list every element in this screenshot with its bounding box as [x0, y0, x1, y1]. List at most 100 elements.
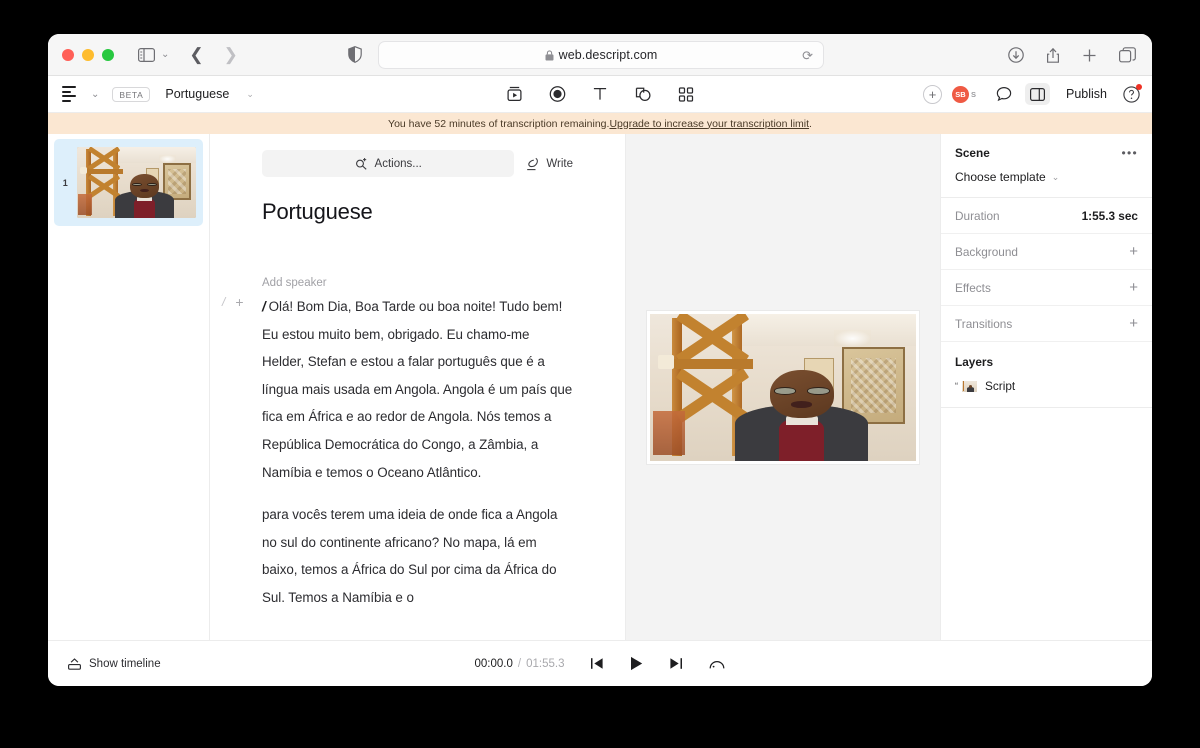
app-toolbar: ⌄ BETA Portuguese ⌄ + SB S Publish [48, 76, 1152, 113]
choose-template-dropdown[interactable]: Choose template ⌄ [941, 160, 1152, 198]
apps-grid-icon[interactable] [678, 86, 694, 102]
reload-icon[interactable]: ⟳ [802, 48, 813, 64]
comment-bubble-icon[interactable] [996, 86, 1012, 102]
add-effects-icon[interactable]: + [1129, 280, 1138, 295]
total-time: 01:55.3 [526, 657, 565, 670]
transcript-actions-row: Actions... Write [210, 150, 625, 177]
maximize-window-button[interactable] [102, 48, 114, 61]
add-collaborator-button[interactable]: + [923, 84, 942, 104]
scene-list: 1 [48, 134, 210, 640]
shapes-icon[interactable] [635, 86, 652, 102]
paragraph-marker: / [262, 299, 266, 314]
record-icon[interactable] [549, 86, 566, 102]
paragraph-1-text: Olá! Bom Dia, Boa Tarde ou boa noite! Tu… [262, 299, 573, 480]
time-display: 00:00.0 / 01:55.3 [475, 658, 565, 670]
scene-item[interactable]: 1 [54, 139, 203, 226]
play-icon[interactable] [630, 656, 643, 671]
row-label: Effects [955, 280, 991, 295]
title-chevron-down-icon[interactable]: ⌄ [246, 89, 254, 100]
row-label: Background [955, 244, 1018, 259]
help-button[interactable] [1123, 83, 1142, 103]
inspector-row-transitions[interactable]: Transitions + [941, 306, 1152, 342]
menu-chevron-down-icon[interactable]: ⌄ [91, 89, 99, 100]
address-bar[interactable]: web.descript.com ⟳ [378, 41, 824, 69]
collaborator-avatars: SB S [951, 84, 983, 104]
close-window-button[interactable] [62, 48, 74, 61]
transcript-heading[interactable]: Portuguese [210, 177, 625, 225]
browser-navigation: ❮ ❯ [189, 46, 238, 63]
transport-bar: Show timeline 00:00.0/01:55.3 [48, 640, 1152, 686]
browser-actions [1008, 34, 1136, 76]
media-insert-icon[interactable] [507, 86, 523, 102]
scene-thumbnail[interactable] [76, 147, 196, 218]
scene-inspector: Scene ••• Choose template ⌄ Duration 1:5… [940, 134, 1152, 640]
toolbar-right-group: + SB S Publish [923, 83, 1142, 105]
layers-title: Layers [955, 355, 994, 369]
add-background-icon[interactable]: + [1129, 244, 1138, 259]
skip-back-icon[interactable] [590, 657, 604, 670]
sidebar-chevron-down-icon[interactable]: ⌄ [161, 49, 169, 60]
new-tab-plus-icon[interactable] [1082, 48, 1097, 63]
transcript-paragraph-1[interactable]: / Olá! Bom Dia, Boa Tarde ou boa noite! T… [262, 293, 573, 486]
lock-icon [545, 49, 554, 61]
window-traffic-lights [62, 48, 114, 61]
toolbar-left-group: ⌄ BETA Portuguese ⌄ [62, 86, 254, 102]
banner-text-end: . [809, 117, 812, 130]
add-transitions-icon[interactable]: + [1129, 316, 1138, 331]
chevron-down-icon: ⌄ [1051, 171, 1060, 182]
hamburger-menu-icon[interactable] [62, 86, 76, 102]
inspector-divider [941, 407, 1152, 408]
editor-body: 1 Actions... Write Portuguese Add speake… [48, 134, 1152, 640]
upgrade-link[interactable]: Upgrade to increase your transcription l… [609, 118, 809, 130]
transcript-paragraph-block: / + / Olá! Bom Dia, Boa Tarde ou boa noit… [210, 289, 625, 612]
playback-speed-icon[interactable] [709, 657, 725, 671]
transport-controls: 00:00.0 / 01:55.3 [48, 656, 1152, 671]
text-icon[interactable] [593, 86, 608, 102]
video-preview-frame[interactable] [647, 310, 919, 464]
browser-window: ⌄ ❮ ❯ web.descript.com ⟳ ⌄ BETA Portugue… [48, 34, 1152, 686]
quote-mark-icon: “ [955, 381, 958, 391]
gutter-slash-icon[interactable]: / [222, 295, 225, 309]
transcript-panel: Actions... Write Portuguese Add speaker [210, 134, 626, 640]
skip-forward-icon[interactable] [669, 657, 683, 670]
back-arrow-icon[interactable]: ❮ [189, 46, 203, 63]
forward-arrow-icon[interactable]: ❯ [224, 46, 238, 63]
inspector-row-effects[interactable]: Effects + [941, 270, 1152, 306]
gutter-add-icon[interactable]: + [235, 295, 243, 309]
current-time: 00:00.0 [474, 657, 513, 670]
transcript-paragraph-2[interactable]: para vocês terem uma ideia de onde fica … [262, 501, 573, 611]
add-speaker-button[interactable]: Add speaker [210, 225, 625, 289]
pen-icon [526, 157, 539, 171]
layer-item-script[interactable]: “ Script [941, 377, 1152, 393]
time-separator: / [517, 657, 522, 670]
actions-button[interactable]: Actions... [262, 150, 515, 177]
share-icon[interactable] [1046, 47, 1060, 64]
inspector-row-duration: Duration 1:55.3 sec [941, 198, 1152, 234]
document-title[interactable]: Portuguese [165, 87, 229, 101]
download-icon[interactable] [1008, 47, 1024, 63]
publish-button[interactable]: Publish [1063, 87, 1110, 101]
sidebar-toggle-icon[interactable] [138, 47, 155, 62]
help-notification-dot [1136, 83, 1142, 90]
duration-value: 1:55.3 sec [1081, 208, 1138, 223]
write-button[interactable]: Write [526, 157, 573, 171]
avatar[interactable]: S [964, 85, 983, 104]
toolbar-center-tools [507, 86, 694, 102]
tabs-overview-icon[interactable] [1119, 47, 1136, 63]
write-label: Write [546, 157, 573, 170]
row-label: Duration [955, 208, 1000, 223]
minimize-window-button[interactable] [82, 48, 94, 61]
actions-label: Actions... [374, 157, 422, 170]
ellipsis-icon[interactable]: ••• [1121, 146, 1138, 160]
choose-template-label: Choose template [955, 170, 1046, 184]
video-stage [626, 134, 940, 640]
right-panel-toggle-icon[interactable] [1025, 83, 1050, 105]
paragraph-gutter: / + [222, 295, 244, 309]
inspector-row-background[interactable]: Background + [941, 234, 1152, 270]
inspector-title: Scene [955, 146, 990, 160]
script-layer-thumbnail [962, 380, 977, 392]
transcription-banner: You have 52 minutes of transcription rem… [48, 113, 1152, 134]
browser-toolbar: ⌄ ❮ ❯ web.descript.com ⟳ [48, 34, 1152, 76]
shield-icon[interactable] [348, 46, 362, 63]
inspector-header: Scene ••• [941, 134, 1152, 160]
